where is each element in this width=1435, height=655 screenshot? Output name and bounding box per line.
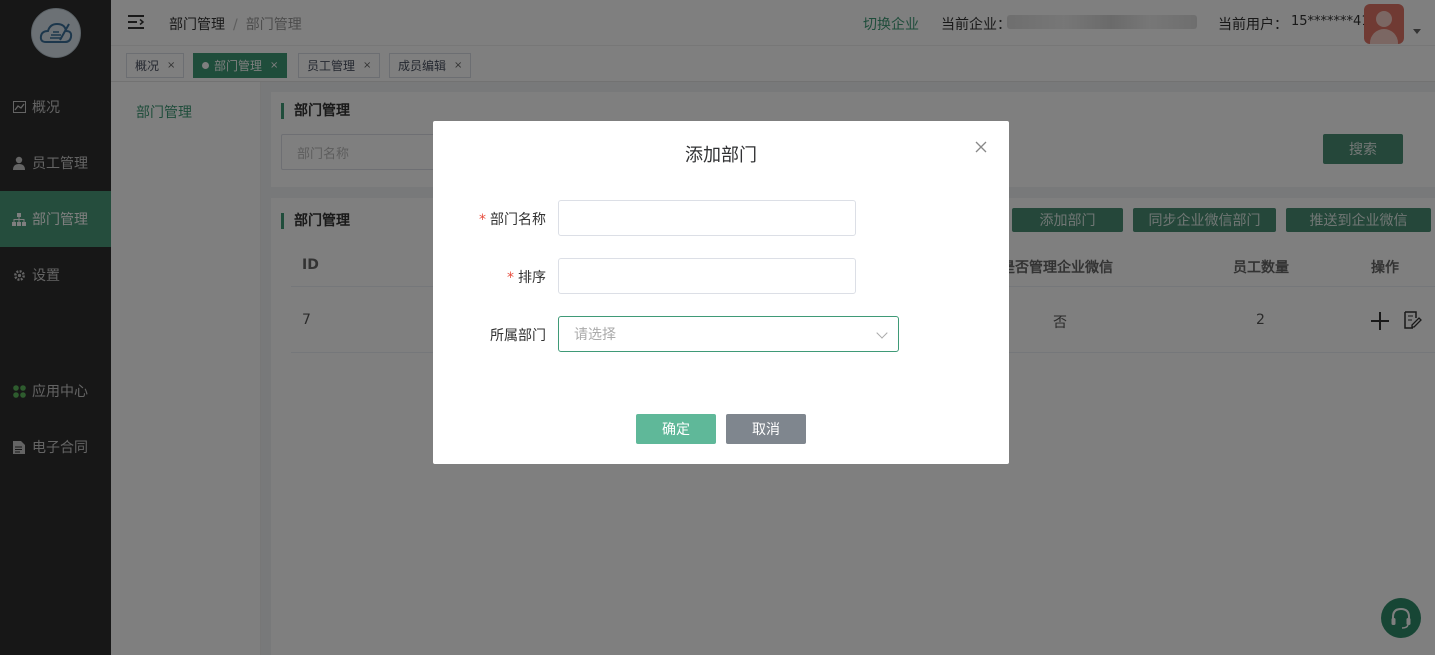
label-text: 部门名称: [490, 212, 546, 228]
required-mark: *: [479, 212, 486, 228]
parent-department-label: 所属部门: [490, 328, 546, 344]
sort-input[interactable]: [558, 258, 856, 294]
select-placeholder: 请选择: [574, 327, 616, 343]
cancel-button[interactable]: 取消: [726, 414, 806, 444]
department-name-label: * 部门名称: [446, 209, 546, 229]
add-department-dialog: 添加部门 * 部门名称 * 排序 所属部门 请选择 确定 取消: [433, 121, 1009, 464]
parent-department-select[interactable]: 请选择: [558, 316, 899, 352]
label-text: 排序: [518, 270, 546, 286]
sort-label: * 排序: [446, 267, 546, 287]
dialog-title: 添加部门: [685, 145, 757, 166]
confirm-button[interactable]: 确定: [636, 414, 716, 444]
department-name-input[interactable]: [558, 200, 856, 236]
close-icon[interactable]: [974, 140, 988, 154]
chevron-down-icon: [876, 327, 888, 339]
required-mark: *: [507, 270, 514, 286]
